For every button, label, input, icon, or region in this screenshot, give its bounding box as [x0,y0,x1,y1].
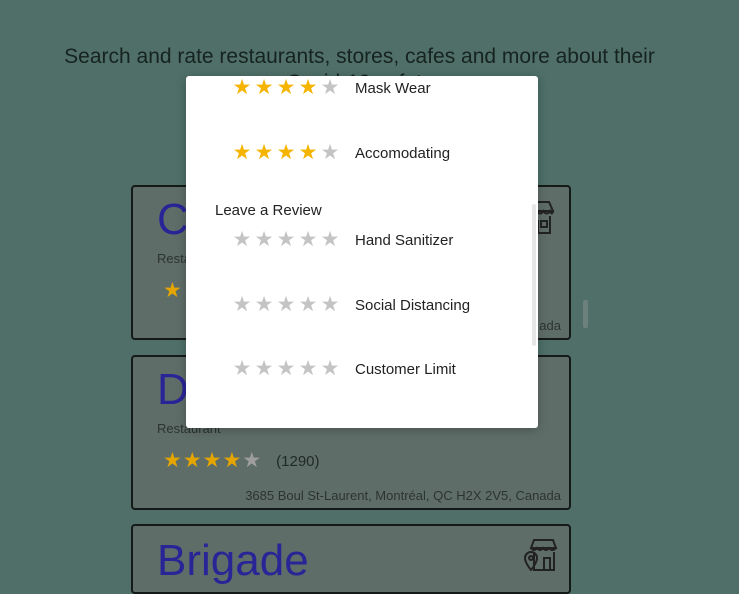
star-icon: ★ [254,76,274,99]
place-card[interactable]: Brigade [131,524,571,594]
place-rating: ★ [163,279,183,302]
place-address: 3685 Boul St-Laurent, Montréal, QC H2X 2… [245,488,561,503]
star-icon[interactable]: ★ [231,229,253,251]
review-label: Hand Sanitizer [355,231,454,249]
star-icon: ★ [163,449,182,472]
review-modal: ★ ★ ★ ★ ★ Mask Wear ★ ★ ★ ★ ★ Accomodati… [186,76,538,428]
rating-row-accomodating: ★ ★ ★ ★ ★ Accomodating [231,142,450,164]
star-rating-input[interactable]: ★ ★ ★ ★ ★ [231,294,355,316]
headline-line-1: Search and rate restaurants, stores, caf… [64,45,655,68]
star-icon: ★ [298,76,318,99]
leave-review-heading: Leave a Review [215,202,322,219]
star-icon: ★ [222,449,242,472]
star-rating-input[interactable]: ★ ★ ★ ★ ★ [231,358,355,380]
review-row-customer-limit: ★ ★ ★ ★ ★ Customer Limit [231,358,456,380]
place-address: ada [539,318,561,333]
star-icon[interactable]: ★ [275,294,297,316]
place-name: D [157,365,189,414]
star-icon[interactable]: ★ [253,229,275,251]
star-icon: ★ [254,141,274,164]
review-count: (1290) [276,452,320,470]
star-icon: ★ [182,449,202,472]
star-icon: ★ [276,76,296,99]
star-rating-input[interactable]: ★ ★ ★ ★ ★ [231,229,355,251]
modal-scrollbar[interactable] [532,204,536,346]
star-icon: ★ [242,449,262,472]
review-label: Social Distancing [355,296,471,314]
star-icon[interactable]: ★ [319,358,341,380]
place-rating: ★ ★ ★ ★ ★ (1290) [163,449,320,472]
place-name: C [157,195,189,244]
star-icon: ★ [320,141,340,164]
star-icon[interactable]: ★ [231,358,253,380]
star-rating: ★ ★ ★ ★ ★ [231,142,355,164]
star-icon: ★ [320,76,340,99]
star-icon: ★ [276,141,296,164]
star-icon[interactable]: ★ [319,229,341,251]
star-icon[interactable]: ★ [319,294,341,316]
star-icon[interactable]: ★ [275,229,297,251]
page-scrollbar[interactable] [583,300,588,328]
star-rating: ★ ★ ★ ★ ★ [231,77,355,99]
rating-label: Accomodating [355,144,451,162]
star-icon[interactable]: ★ [297,358,319,380]
star-icon[interactable]: ★ [253,358,275,380]
star-icon: ★ [232,141,252,164]
review-label: Customer Limit [355,360,456,378]
star-icon[interactable]: ★ [253,294,275,316]
place-name: Brigade [157,536,309,585]
star-icon: ★ [202,449,222,472]
star-icon: ★ [232,76,252,99]
review-row-social-distancing: ★ ★ ★ ★ ★ Social Distancing [231,294,470,316]
star-icon[interactable]: ★ [297,229,319,251]
rating-label: Mask Wear [355,79,431,97]
star-icon[interactable]: ★ [297,294,319,316]
rating-row-mask-wear: ★ ★ ★ ★ ★ Mask Wear [231,77,431,99]
review-row-hand-sanitizer: ★ ★ ★ ★ ★ Hand Sanitizer [231,229,454,251]
star-icon: ★ [163,279,182,302]
star-icon[interactable]: ★ [275,358,297,380]
star-icon: ★ [298,141,318,164]
star-icon[interactable]: ★ [231,294,253,316]
storefront-location-icon [523,539,558,572]
